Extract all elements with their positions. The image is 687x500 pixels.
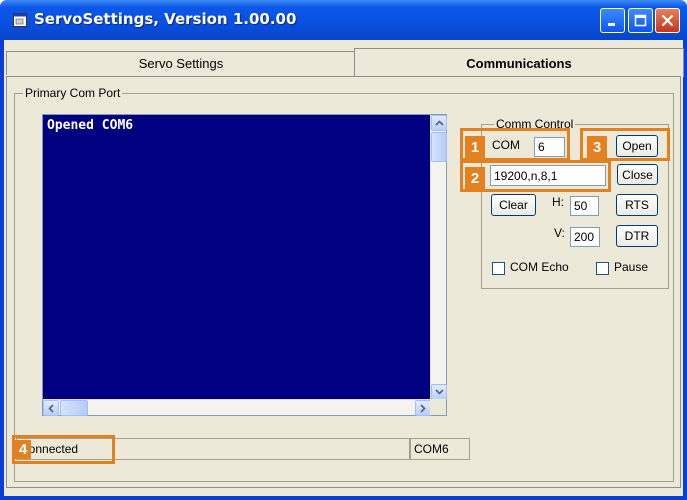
- scroll-right-button[interactable]: [415, 400, 431, 416]
- title-bar[interactable]: ServoSettings, Version 1.00.00: [0, 0, 687, 40]
- minimize-icon: [608, 23, 615, 26]
- status-port: COM6: [410, 438, 470, 460]
- h-value-input[interactable]: 50: [570, 196, 599, 216]
- console-vertical-scrollbar[interactable]: [430, 115, 447, 400]
- close-icon: [661, 14, 674, 27]
- app-icon: [13, 13, 27, 27]
- status-port-text: COM6: [414, 442, 449, 456]
- tab-servo-settings[interactable]: Servo Settings: [6, 51, 356, 75]
- scroll-up-button[interactable]: [431, 115, 447, 131]
- primary-com-port-legend: Primary Com Port: [23, 86, 123, 100]
- window-title: ServoSettings, Version 1.00.00: [34, 10, 297, 28]
- callout-badge-2: 2: [465, 167, 485, 189]
- app-window: ServoSettings, Version 1.00.00 Servo Set…: [0, 0, 687, 500]
- dtr-button[interactable]: DTR: [616, 225, 658, 247]
- clear-button[interactable]: Clear: [491, 194, 536, 216]
- close-button[interactable]: Close: [617, 164, 658, 185]
- h-label: H:: [552, 195, 564, 209]
- console-horizontal-scrollbar[interactable]: [43, 399, 431, 416]
- v-label: V:: [554, 226, 565, 240]
- chevron-up-icon: [434, 120, 444, 126]
- pause-label: Pause: [614, 260, 649, 274]
- horizontal-scroll-thumb[interactable]: [60, 400, 88, 416]
- pause-checkbox[interactable]: [596, 262, 609, 275]
- vertical-scroll-thumb[interactable]: [431, 132, 447, 162]
- console-output[interactable]: Opened COM6: [42, 114, 447, 416]
- chevron-down-icon: [434, 389, 444, 395]
- close-window-button[interactable]: [655, 8, 680, 33]
- com-echo-label: COM Echo: [510, 260, 569, 274]
- chevron-left-icon: [48, 403, 54, 413]
- maximize-icon: [634, 14, 647, 27]
- callout-badge-3: 3: [587, 136, 607, 158]
- scrollbar-corner: [430, 399, 446, 415]
- chevron-right-icon: [420, 403, 426, 413]
- minimize-button[interactable]: [600, 8, 625, 33]
- v-value-input[interactable]: 200: [570, 227, 600, 247]
- console-text: Opened COM6: [47, 118, 134, 133]
- maximize-button[interactable]: [628, 8, 653, 33]
- scroll-left-button[interactable]: [43, 400, 59, 416]
- callout-badge-1: 1: [465, 136, 485, 158]
- rts-button[interactable]: RTS: [616, 194, 658, 216]
- scroll-down-button[interactable]: [431, 384, 447, 400]
- client-area: Servo Settings Communications Primary Co…: [4, 40, 684, 496]
- callout-badge-4: 4: [15, 440, 31, 459]
- tab-communications[interactable]: Communications: [354, 48, 684, 77]
- com-echo-checkbox[interactable]: [492, 262, 505, 275]
